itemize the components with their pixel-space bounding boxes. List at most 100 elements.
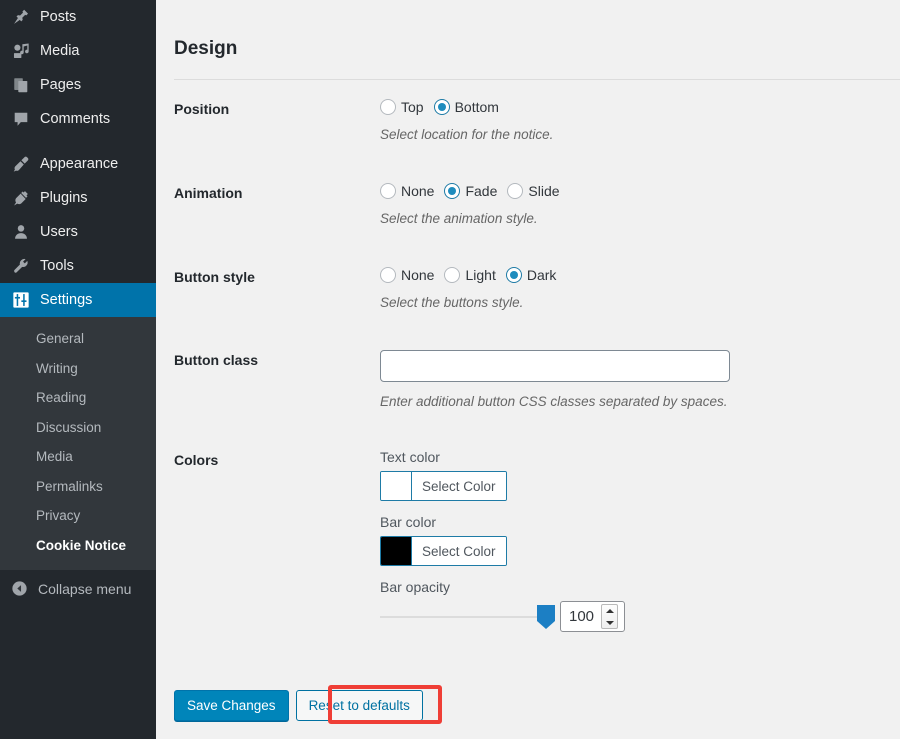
- submenu-item-permalinks[interactable]: Permalinks: [0, 472, 156, 502]
- bar-opacity-spinner[interactable]: [560, 601, 625, 632]
- radio-label: Dark: [527, 267, 557, 283]
- description-position: Select location for the notice.: [380, 126, 890, 145]
- slider-handle-tip: [537, 621, 555, 629]
- wordpress-admin-screen: Posts Media: [0, 0, 900, 739]
- row-colors: Colors Text color Select Color Bar color…: [156, 431, 900, 651]
- label-position: Position: [156, 80, 380, 164]
- radio-label: Light: [465, 267, 495, 283]
- sidebar-menu: Posts Media: [0, 0, 156, 317]
- sidebar-item-users[interactable]: Users: [0, 215, 156, 249]
- description-animation: Select the animation style.: [380, 210, 890, 229]
- spinner-down-button[interactable]: [602, 617, 617, 629]
- brush-icon: [11, 154, 31, 174]
- radio-button-style-light[interactable]: Light: [444, 267, 495, 283]
- collapse-menu-button[interactable]: Collapse menu: [0, 572, 156, 606]
- bar-opacity-input[interactable]: [561, 603, 601, 631]
- chevron-down-icon: [606, 621, 614, 625]
- radio-indicator: [507, 183, 523, 199]
- submenu-item-writing[interactable]: Writing: [0, 354, 156, 384]
- pages-icon: [11, 75, 31, 95]
- sidebar-item-plugins[interactable]: Plugins: [0, 181, 156, 215]
- label-animation: Animation: [156, 164, 380, 248]
- submenu-item-general[interactable]: General: [0, 324, 156, 354]
- radio-animation-fade[interactable]: Fade: [444, 183, 497, 199]
- radio-label: Fade: [465, 183, 497, 199]
- radio-position-top[interactable]: Top: [380, 99, 424, 115]
- submenu-item-reading[interactable]: Reading: [0, 383, 156, 413]
- save-changes-button[interactable]: Save Changes: [174, 690, 289, 721]
- position-radio-group: Top Bottom: [380, 99, 890, 115]
- sidebar-item-label: Pages: [40, 78, 81, 93]
- radio-indicator: [444, 267, 460, 283]
- label-text-color: Text color: [380, 450, 890, 464]
- submenu-item-media[interactable]: Media: [0, 442, 156, 472]
- sidebar-item-media[interactable]: Media: [0, 34, 156, 68]
- sidebar-item-settings[interactable]: Settings: [0, 283, 156, 317]
- sliders-icon: [11, 290, 31, 310]
- sidebar-item-posts[interactable]: Posts: [0, 0, 156, 34]
- row-button-class: Button class Enter additional button CSS…: [156, 331, 900, 431]
- bar-opacity-slider[interactable]: [380, 606, 546, 628]
- admin-sidebar: Posts Media: [0, 0, 156, 739]
- bar-color-picker[interactable]: Select Color: [380, 536, 507, 566]
- form-actions: Save Changes Reset to defaults: [174, 690, 423, 721]
- sidebar-divider: [0, 136, 156, 147]
- spinner-buttons[interactable]: [601, 604, 618, 629]
- submenu-item-cookie-notice[interactable]: Cookie Notice: [0, 531, 156, 561]
- radio-indicator-selected: [506, 267, 522, 283]
- radio-indicator-selected: [444, 183, 460, 199]
- sidebar-item-tools[interactable]: Tools: [0, 249, 156, 283]
- label-bar-opacity: Bar opacity: [380, 580, 890, 594]
- radio-label: Slide: [528, 183, 559, 199]
- bar-opacity-control: [380, 601, 890, 632]
- media-icon: [11, 41, 31, 61]
- sidebar-item-label: Posts: [40, 10, 76, 25]
- reset-to-defaults-button[interactable]: Reset to defaults: [296, 690, 423, 721]
- sidebar-item-label: Settings: [40, 293, 92, 308]
- radio-indicator-selected: [434, 99, 450, 115]
- sidebar-item-label: Appearance: [40, 157, 118, 172]
- user-icon: [11, 222, 31, 242]
- radio-label: None: [401, 267, 434, 283]
- animation-radio-group: None Fade Slide: [380, 183, 890, 199]
- radio-label: Top: [401, 99, 424, 115]
- bar-color-button-label: Select Color: [412, 537, 506, 565]
- bar-color-swatch: [381, 537, 412, 565]
- submenu-item-privacy[interactable]: Privacy: [0, 501, 156, 531]
- page-title: Design: [156, 13, 900, 58]
- radio-indicator: [380, 99, 396, 115]
- row-button-style: Button style None Light: [156, 248, 900, 332]
- design-settings-table: Position Top Bottom Selec: [156, 80, 900, 652]
- button-class-input[interactable]: [380, 350, 730, 382]
- collapse-arrow-icon: [9, 579, 29, 599]
- comment-icon: [11, 109, 31, 129]
- radio-button-style-dark[interactable]: Dark: [506, 267, 557, 283]
- description-button-class: Enter additional button CSS classes sepa…: [380, 393, 890, 412]
- button-style-radio-group: None Light Dark: [380, 267, 890, 283]
- radio-animation-slide[interactable]: Slide: [507, 183, 559, 199]
- collapse-menu-label: Collapse menu: [38, 581, 131, 597]
- sidebar-item-appearance[interactable]: Appearance: [0, 147, 156, 181]
- radio-indicator: [380, 183, 396, 199]
- sidebar-item-pages[interactable]: Pages: [0, 68, 156, 102]
- radio-button-style-none[interactable]: None: [380, 267, 434, 283]
- radio-label: None: [401, 183, 434, 199]
- row-position: Position Top Bottom Selec: [156, 80, 900, 164]
- description-button-style: Select the buttons style.: [380, 294, 890, 313]
- sidebar-item-comments[interactable]: Comments: [0, 102, 156, 136]
- slider-handle[interactable]: [537, 605, 555, 629]
- slider-handle-body: [537, 605, 555, 621]
- radio-animation-none[interactable]: None: [380, 183, 434, 199]
- sidebar-item-label: Users: [40, 225, 78, 240]
- radio-label: Bottom: [455, 99, 499, 115]
- label-colors: Colors: [156, 431, 380, 651]
- submenu-item-discussion[interactable]: Discussion: [0, 413, 156, 443]
- label-button-style: Button style: [156, 248, 380, 332]
- sidebar-item-label: Tools: [40, 259, 74, 274]
- text-color-swatch: [381, 472, 412, 500]
- text-color-button-label: Select Color: [412, 472, 506, 500]
- spinner-up-button[interactable]: [602, 605, 617, 617]
- radio-position-bottom[interactable]: Bottom: [434, 99, 499, 115]
- settings-submenu: General Writing Reading Discussion Media…: [0, 317, 156, 570]
- text-color-picker[interactable]: Select Color: [380, 471, 507, 501]
